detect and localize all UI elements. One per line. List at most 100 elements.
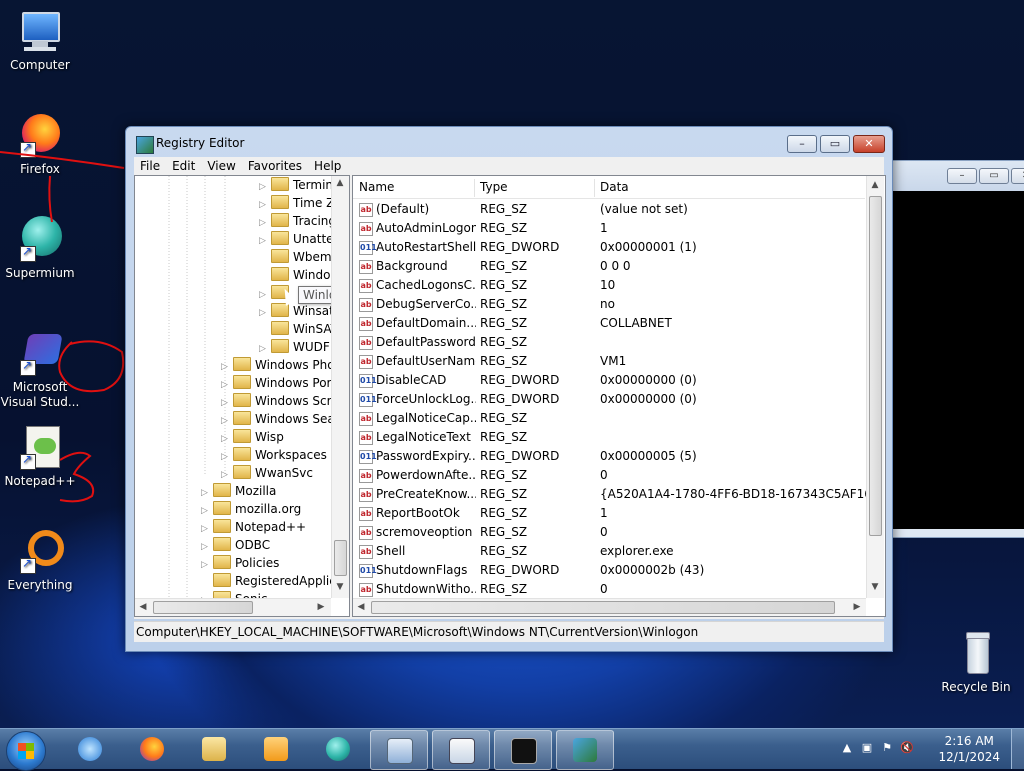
list-item[interactable]: ab ReportBootOk REG_SZ 1 (353, 504, 865, 523)
taskbar-firefox[interactable] (124, 730, 180, 768)
list-item[interactable]: ab Background REG_SZ 0 0 0 (353, 257, 865, 276)
tree-node[interactable]: ▷ Time Z (259, 194, 334, 212)
list-item[interactable]: ab DebugServerCo... REG_SZ no (353, 295, 865, 314)
taskbar-regedit[interactable] (556, 730, 614, 770)
tree-node[interactable]: Windo (259, 266, 331, 284)
column-header-type[interactable]: Type (480, 179, 508, 195)
scroll-down-icon[interactable]: ▼ (332, 582, 348, 592)
tree-node[interactable]: ▷ Winsat (259, 302, 334, 320)
scroll-right-icon[interactable]: ▶ (313, 602, 329, 612)
list-item[interactable]: ab AutoAdminLogon REG_SZ 1 (353, 219, 865, 238)
tree-node[interactable]: ▷ Policies (201, 554, 279, 572)
list-item[interactable]: 011 DisableCAD REG_DWORD 0x00000000 (0) (353, 371, 865, 390)
tree-node[interactable]: ▷ ODBC (201, 536, 270, 554)
tree-node[interactable]: ▷ Mozilla (201, 482, 276, 500)
background-window-titlebar[interactable]: – ▭ ✕ (889, 161, 1024, 191)
maximize-button[interactable]: ▭ (979, 168, 1009, 184)
start-button[interactable] (6, 731, 46, 771)
taskbar-internet-explorer[interactable] (62, 730, 118, 768)
tree-node[interactable]: ▷ Tracing (259, 212, 336, 230)
value-name: PasswordExpiry... (376, 449, 476, 463)
list-item[interactable]: ab DefaultPassword REG_SZ (353, 333, 865, 352)
column-header-data[interactable]: Data (600, 179, 629, 195)
taskbar-media-player[interactable] (248, 730, 304, 768)
taskbar-cmd[interactable] (494, 730, 552, 770)
tree-node[interactable]: WinSAT (259, 320, 338, 338)
list-item[interactable]: ab PreCreateKnow... REG_SZ {A520A1A4-1780-4… (353, 485, 880, 504)
list-vertical-scrollbar[interactable]: ▲ ▼ (866, 176, 884, 598)
tree-node[interactable]: ▷ mozilla.org (201, 500, 301, 518)
scroll-up-icon[interactable]: ▲ (867, 180, 883, 190)
volume-muted-icon[interactable]: 🔇 (900, 741, 914, 755)
value-name: DefaultPassword (376, 335, 476, 349)
menu-help[interactable]: Help (308, 157, 347, 175)
taskbar-supermium[interactable] (310, 730, 366, 768)
value-type: REG_SZ (480, 468, 528, 482)
network-icon[interactable]: ▣ (860, 741, 874, 755)
value-type: REG_SZ (480, 525, 528, 539)
tree-node[interactable]: ▷ WwanSvc (221, 464, 313, 482)
menu-view[interactable]: View (201, 157, 241, 175)
close-button[interactable]: ✕ (853, 135, 885, 153)
scroll-left-icon[interactable]: ◀ (135, 602, 151, 612)
close-button[interactable]: ✕ (1011, 168, 1024, 184)
list-item[interactable]: ab DefaultDomain... REG_SZ COLLABNET (353, 314, 865, 333)
tree-vertical-scrollbar[interactable]: ▲ ▼ (331, 176, 349, 598)
list-item[interactable]: ab LegalNoticeCap... REG_SZ (353, 409, 865, 428)
list-item[interactable]: ab LegalNoticeText REG_SZ (353, 428, 865, 447)
scroll-thumb[interactable] (153, 601, 253, 614)
list-item[interactable]: ab scremoveoption REG_SZ 0 (353, 523, 865, 542)
list-item[interactable]: 011 ShutdownFlags REG_DWORD 0x0000002b (43) (353, 561, 865, 580)
tree-node[interactable]: ▷ Workspaces (221, 446, 327, 464)
action-center-flag-icon[interactable]: ⚑ (880, 741, 894, 755)
scroll-thumb[interactable] (371, 601, 835, 614)
tree-node[interactable]: ▷ WUDF (259, 338, 330, 356)
list-item[interactable]: ab CachedLogonsC... REG_SZ 10 (353, 276, 865, 295)
registry-editor-window[interactable]: Registry Editor – ▭ ✕ File Edit View Favori… (125, 126, 893, 652)
menu-favorites[interactable]: Favorites (242, 157, 308, 175)
menu-file[interactable]: File (134, 157, 166, 175)
scroll-thumb[interactable] (334, 540, 347, 576)
list-item[interactable]: 011 PasswordExpiry... REG_DWORD 0x00000005 … (353, 447, 865, 466)
regedit-icon (573, 738, 597, 762)
maximize-button[interactable]: ▭ (820, 135, 850, 153)
list-item[interactable]: 011 ForceUnlockLog... REG_DWORD 0x00000000 … (353, 390, 865, 409)
taskbar-window-app[interactable] (432, 730, 490, 770)
tree-node[interactable]: Wbeml (259, 248, 335, 266)
scroll-up-icon[interactable]: ▲ (332, 178, 348, 188)
list-item[interactable]: ab Shell REG_SZ explorer.exe (353, 542, 865, 561)
show-desktop-button[interactable] (1011, 729, 1024, 769)
tree-node[interactable]: ▷ Termin (259, 176, 333, 194)
list-item[interactable]: ab (Default) REG_SZ (value not set) (353, 200, 865, 219)
tree-node[interactable]: ▷ Windows Phot (221, 356, 339, 374)
scroll-down-icon[interactable]: ▼ (867, 582, 883, 592)
tree-node[interactable]: RegisteredApplica (201, 572, 343, 590)
background-window[interactable]: – ▭ ✕ (888, 160, 1024, 538)
list-item[interactable]: 011 AutoRestartShell REG_DWORD 0x00000001 (… (353, 238, 865, 257)
menu-edit[interactable]: Edit (166, 157, 201, 175)
column-header-name[interactable]: Name (359, 179, 394, 195)
list-item[interactable]: ab ShutdownWitho... REG_SZ 0 (353, 580, 865, 599)
scroll-thumb[interactable] (869, 196, 882, 536)
tree-node[interactable]: ▷ Unatter (259, 230, 338, 248)
titlebar[interactable]: Registry Editor – ▭ ✕ (126, 127, 892, 159)
tree-horizontal-scrollbar[interactable]: ◀ ▶ (135, 598, 331, 616)
scroll-right-icon[interactable]: ▶ (849, 602, 865, 612)
key-tree[interactable]: ▷ Termin ▷ Time Z ▷ Tracing ▷ Unatter Wbeml … (134, 175, 350, 617)
minimize-button[interactable]: – (787, 135, 817, 153)
tree-node[interactable]: ▷ Windows Port (221, 374, 336, 392)
taskbar-remote-desktop[interactable] (370, 730, 428, 770)
minimize-button[interactable]: – (947, 168, 977, 184)
scroll-left-icon[interactable]: ◀ (353, 602, 369, 612)
show-hidden-icons-icon[interactable]: ▲ (840, 741, 854, 755)
clock[interactable]: 2:16 AM 12/1/2024 (938, 733, 1000, 765)
list-item[interactable]: ab DefaultUserName REG_SZ VM1 (353, 352, 865, 371)
list-horizontal-scrollbar[interactable]: ◀ ▶ (353, 598, 866, 616)
taskbar-file-explorer[interactable] (186, 730, 242, 768)
tree-node[interactable]: ▷ Wisp (221, 428, 284, 446)
tree-node[interactable]: ▷ Windows Sear (221, 410, 340, 428)
tree-node[interactable]: ▷ Notepad++ (201, 518, 306, 536)
values-list[interactable]: Name Type Data ab (Default) REG_SZ (value n… (352, 175, 886, 617)
list-item[interactable]: ab PowerdownAfte... REG_SZ 0 (353, 466, 865, 485)
tree-node[interactable]: ▷ Windows Scrip (221, 392, 342, 410)
